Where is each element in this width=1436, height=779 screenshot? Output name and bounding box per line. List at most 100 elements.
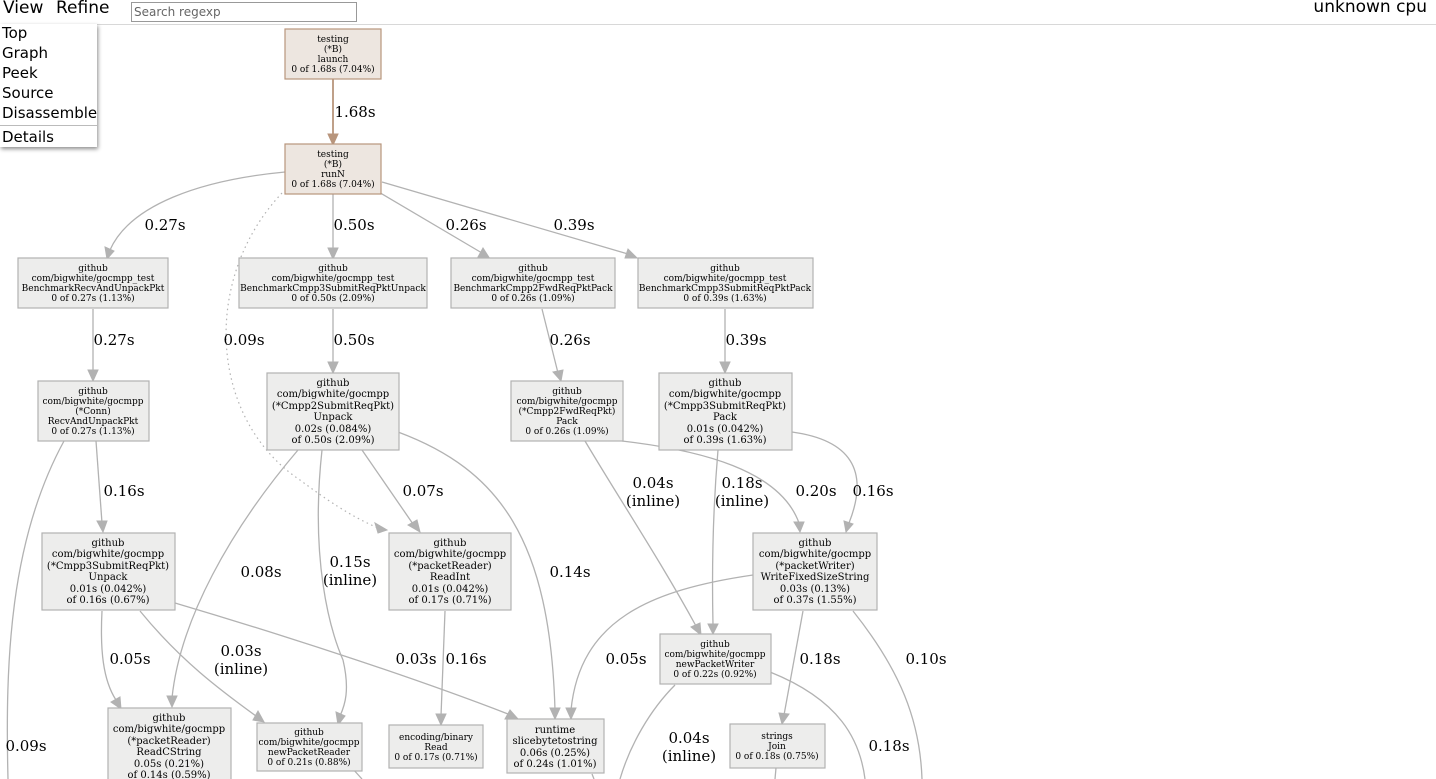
edge-label: 0.09s: [5, 737, 46, 755]
edge-label: 1.68s: [334, 103, 375, 121]
node-label: of 0.17s (0.71%): [408, 595, 491, 606]
node-label: com/bigwhite/gocmpp: [258, 738, 359, 748]
node-reader-readint[interactable]: github com/bigwhite/gocmpp (*packetReade…: [388, 532, 512, 611]
edge-newwriter-down[interactable]: 0.04s (inline): [619, 684, 716, 779]
node-testing-runN[interactable]: testing (*B) runN 0 of 1.68s (7.04%): [284, 143, 382, 195]
edge-runN-bench-c3unpack[interactable]: 0.50s: [327, 194, 375, 261]
edge-runN-bench-c3pack[interactable]: 0.39s: [381, 181, 639, 259]
node-label: (*Cmpp3SubmitReqPkt): [664, 401, 786, 412]
node-new-packet-writer[interactable]: github com/bigwhite/gocmpp newPacketWrit…: [659, 633, 772, 685]
edge-bench-c3unpack-c2unpack[interactable]: 0.50s: [327, 309, 375, 375]
refine-menu-button[interactable]: Refine: [56, 0, 109, 18]
node-label: slicebytetostring: [512, 736, 598, 747]
node-label: 0.03s (0.13%): [780, 584, 850, 595]
edge-label: 0.50s: [333, 331, 374, 349]
node-label: (*Cmpp2SubmitReqPkt): [272, 401, 394, 412]
menu-item-peek[interactable]: Peek: [2, 64, 38, 82]
node-label: 0 of 0.17s (0.71%): [394, 752, 477, 763]
edge-label: 0.03s: [395, 650, 436, 668]
node-label: github: [799, 538, 832, 549]
edge-bench-c2pack-fwd[interactable]: 0.26s: [541, 308, 591, 383]
edge-slicebyte-down[interactable]: [591, 773, 595, 779]
edge-c2unpack-readint[interactable]: 0.07s: [361, 449, 444, 534]
node-conn-recv[interactable]: github com/bigwhite/gocmpp (*Conn) RecvA…: [37, 380, 150, 442]
node-label: github: [78, 264, 108, 274]
menu-divider: [0, 125, 97, 126]
node-bench-c2pack[interactable]: github com/bigwhite/gocmpp_test Benchmar…: [450, 257, 616, 309]
profile-legend: unknown cpu: [1313, 0, 1427, 17]
node-label: 0.06s (0.25%): [520, 748, 590, 759]
node-label: Read: [424, 743, 447, 753]
edge-c3u-newreader[interactable]: 0.03s (inline): [139, 610, 268, 723]
node-label: github: [552, 387, 582, 397]
node-label: github: [294, 728, 324, 738]
node-label: (*Cmpp2FwdReqPkt): [519, 406, 616, 417]
edge-label: 0.39s: [725, 331, 766, 349]
edge-readint-binary[interactable]: 0.16s: [435, 610, 487, 727]
menu-item-top[interactable]: Top: [2, 24, 27, 42]
node-label: 0 of 0.50s (2.09%): [291, 293, 374, 304]
menu-item-disassemble[interactable]: Disassemble: [2, 104, 97, 122]
node-label: github: [710, 264, 740, 274]
node-label: github: [153, 713, 186, 724]
node-label: (*Cmpp3SubmitReqPkt): [47, 561, 169, 572]
node-label: 0 of 0.27s (1.13%): [51, 426, 134, 437]
node-bench-c3pack[interactable]: github com/bigwhite/gocmpp_test Benchmar…: [637, 257, 814, 309]
node-new-packet-reader[interactable]: github com/bigwhite/gocmpp newPacketRead…: [256, 722, 363, 772]
node-label: com/bigwhite/gocmpp: [113, 724, 225, 735]
edge-label: (inline): [214, 660, 268, 678]
node-label: testing: [317, 150, 349, 160]
edge-bench-recv-conn[interactable]: 0.27s: [87, 309, 135, 383]
edge-launch-runN[interactable]: 1.68s: [327, 79, 376, 147]
edge-label: 0.50s: [333, 216, 374, 234]
edge-wfs-join[interactable]: 0.18s: [778, 610, 841, 726]
node-label: github: [709, 378, 742, 389]
node-label: github: [518, 264, 548, 274]
edge-label: (inline): [626, 492, 680, 510]
node-label: 0 of 1.68s (7.04%): [291, 64, 374, 75]
node-label: 0 of 0.26s (1.09%): [491, 293, 574, 304]
node-label: of 0.39s (1.63%): [683, 435, 766, 446]
node-c3submit-unpack[interactable]: github com/bigwhite/gocmpp (*Cmpp3Submit…: [41, 532, 176, 611]
edge-label: 0.04s: [632, 474, 673, 492]
node-label: RecvAndUnpackPkt: [48, 417, 139, 427]
edge-fwd-newwriter[interactable]: 0.04s (inline): [584, 440, 702, 637]
node-label: com/bigwhite/gocmpp: [516, 397, 617, 407]
search-input[interactable]: [131, 2, 357, 22]
edge-bench-c3pack-c3p[interactable]: 0.39s: [719, 309, 767, 375]
node-label: github: [700, 640, 730, 650]
node-binary-read[interactable]: encoding/binary Read 0 of 0.17s (0.71%): [388, 724, 484, 769]
node-label: com/bigwhite/gocmpp_test: [664, 274, 787, 284]
node-label: runN: [321, 170, 345, 180]
edge-runN-readint-dotted[interactable]: 0.09s: [223, 192, 389, 534]
menu-item-graph[interactable]: Graph: [2, 44, 48, 62]
edge-runN-bench-c2pack[interactable]: 0.26s: [371, 187, 492, 260]
node-bench-c3unpack[interactable]: github com/bigwhite/gocmpp_test Benchmar…: [238, 257, 428, 309]
node-testing-launch[interactable]: testing (*B) launch 0 of 1.68s (7.04%): [284, 28, 382, 80]
edge-c3u-readcstring[interactable]: 0.05s: [100, 610, 151, 711]
node-c2submit-unpack[interactable]: github com/bigwhite/gocmpp (*Cmpp2Submit…: [266, 372, 400, 451]
node-writer-writefixedsizestring[interactable]: github com/bigwhite/gocmpp (*packetWrite…: [752, 532, 878, 611]
menu-item-details[interactable]: Details: [2, 128, 54, 146]
node-label: 0.02s (0.084%): [295, 424, 372, 435]
node-strings-join[interactable]: strings Join 0 of 0.18s (0.75%): [729, 723, 826, 769]
view-menu-button[interactable]: View: [3, 0, 43, 18]
node-c2fwd-pack[interactable]: github com/bigwhite/gocmpp (*Cmpp2FwdReq…: [510, 380, 624, 442]
menu-item-source[interactable]: Source: [2, 84, 54, 102]
edge-join-down[interactable]: [774, 767, 777, 779]
edge-conn-c3unpack[interactable]: 0.16s: [95, 440, 145, 534]
edge-c2unpack-newreader[interactable]: 0.15s (inline): [317, 449, 377, 727]
node-reader-readcstring[interactable]: github com/bigwhite/gocmpp (*packetReade…: [107, 707, 232, 779]
node-runtime-slicebytetostring[interactable]: runtime slicebytetostring 0.06s (0.25%) …: [506, 718, 605, 774]
node-c3submit-pack[interactable]: github com/bigwhite/gocmpp (*Cmpp3Submit…: [658, 372, 793, 451]
node-label: 0.01s (0.042%): [70, 584, 147, 595]
node-label: 0 of 0.21s (0.88%): [267, 757, 350, 768]
node-label: 0 of 0.27s (1.13%): [51, 293, 134, 304]
node-label: (*Conn): [75, 406, 110, 417]
call-graph[interactable]: 1.68s 0.27s 0.50s 0.26s 0.39s 0.09s 0.27…: [0, 0, 1436, 779]
node-label: newPacketReader: [268, 748, 351, 758]
node-label: 0.01s (0.042%): [412, 584, 489, 595]
edge-label: 0.03s: [220, 642, 261, 660]
edge-runN-bench-recv[interactable]: 0.27s: [104, 171, 286, 261]
node-bench-recv[interactable]: github com/bigwhite/gocmpp_test Benchmar…: [17, 257, 169, 309]
